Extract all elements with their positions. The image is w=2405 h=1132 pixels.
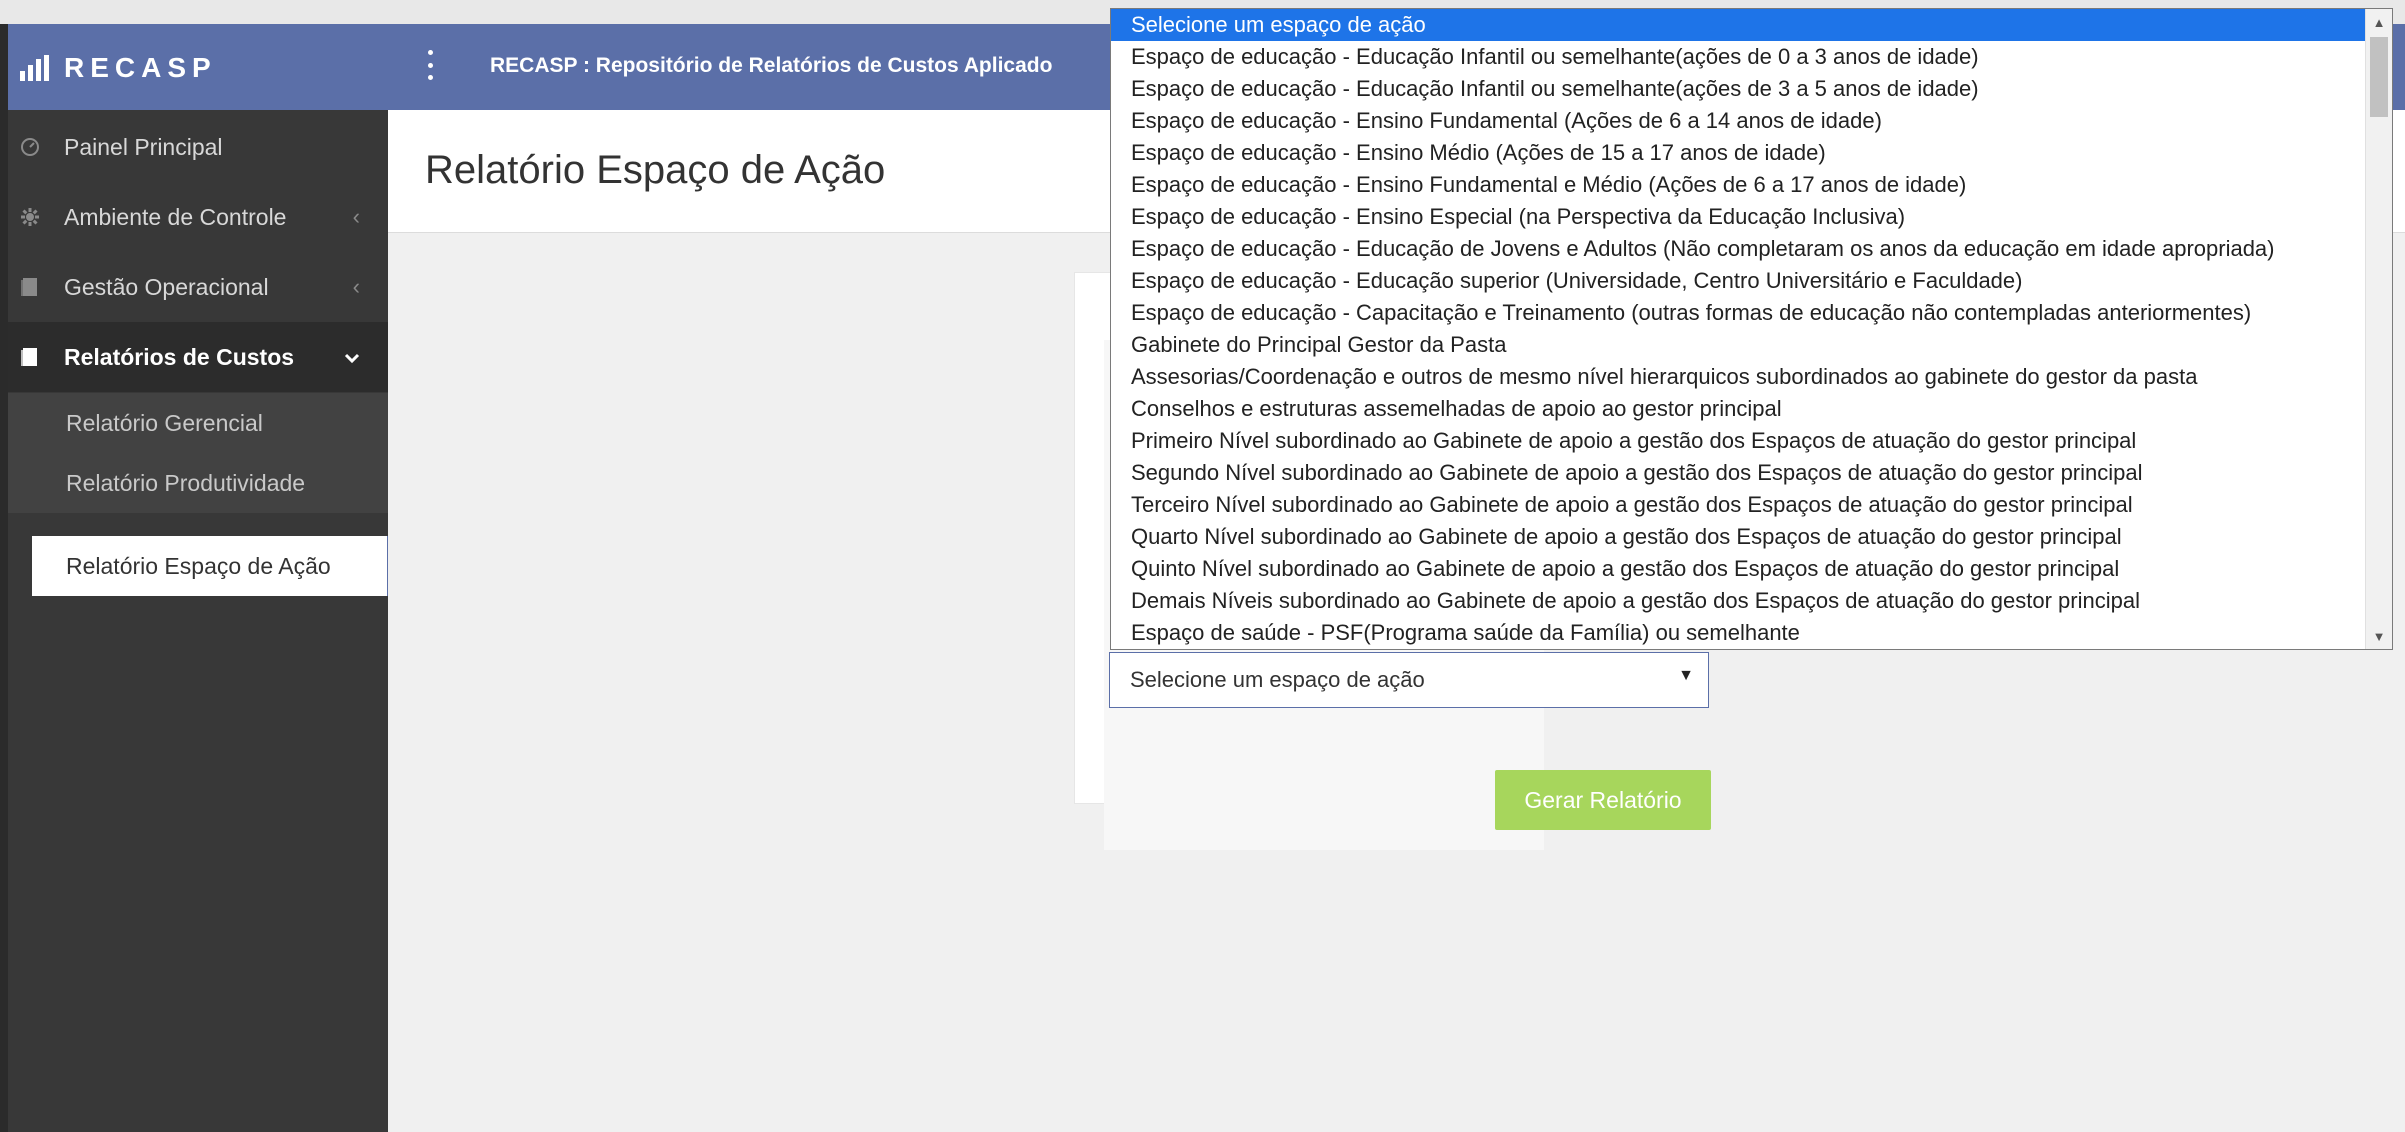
dropdown-options: Selecione um espaço de ação Espaço de edu… <box>1111 9 2392 649</box>
dropdown-option[interactable]: Espaço de educação - Ensino Médio (Ações… <box>1111 137 2392 169</box>
dropdown-option[interactable]: Espaço de educação - Educação superior (… <box>1111 265 2392 297</box>
dropdown-option[interactable]: Espaço de educação - Educação de Jovens … <box>1111 233 2392 265</box>
select-value: Selecione um espaço de ação <box>1130 667 1425 692</box>
sidebar-item-label: Ambiente de Controle <box>64 203 287 230</box>
dropdown-option[interactable]: Espaço de saúde - PSF(Programa saúde da … <box>1111 617 2392 649</box>
dropdown-option[interactable]: Primeiro Nível subordinado ao Gabinete d… <box>1111 425 2392 457</box>
dropdown-option[interactable]: Espaço de educação - Ensino Fundamental … <box>1111 169 2392 201</box>
bar-chart-icon <box>20 55 50 81</box>
sidebar-item-relatorios-custos[interactable]: Relatórios de Custos <box>8 322 388 392</box>
sidebar-item-gestao-operacional[interactable]: Gestão Operacional ‹ <box>8 252 388 322</box>
sidebar-subitem-relatorio-gerencial[interactable]: Relatório Gerencial <box>8 393 388 453</box>
action-space-select[interactable]: Selecione um espaço de ação ▼ <box>1109 652 1709 708</box>
chevron-left-icon: ‹ <box>352 274 360 299</box>
dropdown-arrow-icon: ▼ <box>1678 667 1694 684</box>
dropdown-option[interactable]: Espaço de educação - Ensino Especial (na… <box>1111 201 2392 233</box>
scroll-up-icon[interactable]: ▲ <box>2366 9 2392 35</box>
dropdown-option[interactable]: Terceiro Nível subordinado ao Gabinete d… <box>1111 489 2392 521</box>
sidebar-subitem-label: Relatório Gerencial <box>66 409 263 436</box>
dropdown-option[interactable]: Quarto Nível subordinado ao Gabinete de … <box>1111 521 2392 553</box>
dropdown-option[interactable]: Quinto Nível subordinado ao Gabinete de … <box>1111 553 2392 585</box>
dropdown-option[interactable]: Assesorias/Coordenação e outros de mesmo… <box>1111 361 2392 393</box>
sidebar-item-label: Painel Principal <box>64 133 223 160</box>
generate-report-button[interactable]: Gerar Relatório <box>1495 770 1711 830</box>
chevron-left-icon: ‹ <box>352 204 360 229</box>
sidebar-item-ambiente-controle[interactable]: Ambiente de Controle ‹ <box>8 182 388 252</box>
sidebar-subitem-relatorio-espaco-acao[interactable]: Relatório Espaço de Ação <box>32 536 392 596</box>
book-icon <box>18 275 42 299</box>
sidebar-subitem-label: Relatório Espaço de Ação <box>66 552 331 579</box>
dropdown-option[interactable]: Segundo Nível subordinado ao Gabinete de… <box>1111 457 2392 489</box>
dropdown-option[interactable]: Demais Níveis subordinado ao Gabinete de… <box>1111 585 2392 617</box>
dropdown-option[interactable]: Espaço de educação - Educação Infantil o… <box>1111 41 2392 73</box>
page-title: Relatório Espaço de Ação <box>425 148 886 192</box>
menu-toggle-icon[interactable] <box>428 50 434 80</box>
dropdown-option[interactable]: Espaço de educação - Ensino Fundamental … <box>1111 105 2392 137</box>
sidebar-subitem-label: Relatório Produtividade <box>66 469 306 496</box>
dropdown-option[interactable]: Gabinete do Principal Gestor da Pasta <box>1111 329 2392 361</box>
sidebar-item-painel-principal[interactable]: Painel Principal <box>8 112 388 182</box>
sidebar-subitem-relatorio-produtividade[interactable]: Relatório Produtividade <box>8 453 388 513</box>
dropdown-option[interactable]: Espaço de educação - Capacitação e Trein… <box>1111 297 2392 329</box>
sidebar-item-label: Relatórios de Custos <box>64 343 295 370</box>
chevron-down-icon <box>344 344 360 370</box>
scroll-thumb[interactable] <box>2370 37 2388 117</box>
gear-icon <box>18 205 42 229</box>
app-title: RECASP : Repositório de Relatórios de Cu… <box>490 54 1053 77</box>
dropdown-option[interactable]: Conselhos e estruturas assemelhadas de a… <box>1111 393 2392 425</box>
dropdown-scrollbar[interactable]: ▲ ▼ <box>2365 9 2392 649</box>
left-edge <box>0 24 8 1132</box>
sidebar: Painel Principal Ambiente de Controle ‹ … <box>8 110 392 1132</box>
scroll-down-icon[interactable]: ▼ <box>2366 623 2392 649</box>
sidebar-item-label: Gestão Operacional <box>64 273 269 300</box>
brand-name: RECASP <box>64 52 217 83</box>
dropdown-option[interactable]: Espaço de educação - Educação Infantil o… <box>1111 73 2392 105</box>
brand-logo[interactable]: RECASP <box>20 48 217 88</box>
dropdown-option[interactable]: Selecione um espaço de ação <box>1111 9 2392 41</box>
document-icon <box>18 345 42 369</box>
dashboard-icon <box>18 135 42 159</box>
action-space-dropdown-list[interactable]: Selecione um espaço de ação Espaço de edu… <box>1110 8 2393 650</box>
